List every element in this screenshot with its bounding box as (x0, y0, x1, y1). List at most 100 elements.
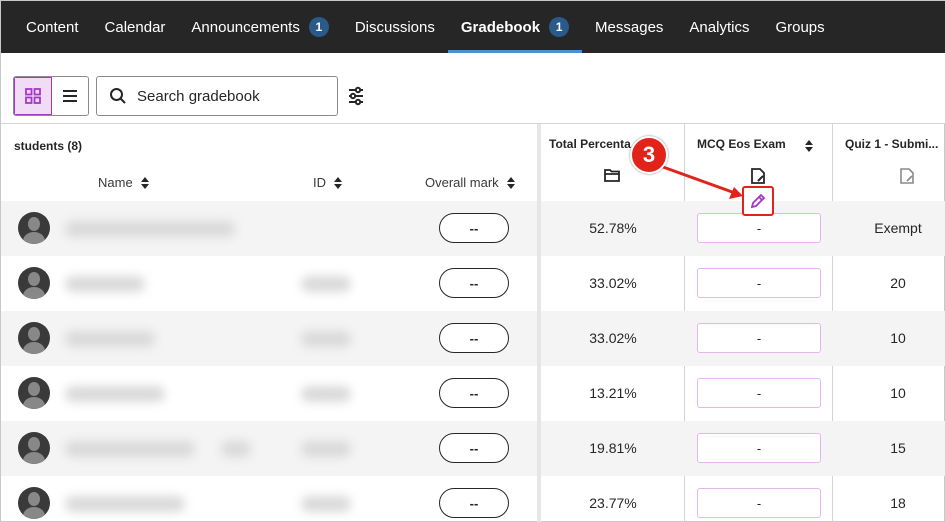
quiz-cell[interactable]: 18 (833, 495, 945, 511)
blurred-student-id (301, 331, 351, 347)
grade-input[interactable]: - (697, 323, 821, 353)
overall-mark-column-header[interactable]: Overall mark (425, 175, 515, 190)
tab-label: Announcements (191, 18, 300, 36)
count-badge: 1 (308, 17, 329, 37)
grade-row: 19.81% - 15 (541, 421, 945, 476)
avatar (18, 432, 50, 464)
grade-input[interactable]: - (697, 488, 821, 518)
header-label: Overall mark (425, 175, 499, 190)
tab-label: Gradebook (460, 18, 541, 36)
column-title: Quiz 1 - Submi... (845, 137, 939, 151)
blurred-student-name (65, 221, 235, 237)
list-view-button[interactable] (52, 77, 88, 115)
tab-content[interactable]: Content (13, 1, 92, 53)
avatar (18, 212, 50, 244)
grade-input[interactable]: - (697, 433, 821, 463)
blurred-student-id (301, 386, 351, 402)
quiz-cell[interactable]: 10 (833, 385, 945, 401)
table-row: -- (1, 476, 537, 522)
table-row: -- (1, 421, 537, 476)
total-percentage-cell: 52.78% (589, 220, 637, 236)
sort-icon (334, 176, 342, 189)
table-row: -- (1, 201, 537, 256)
grid-view-button[interactable] (14, 77, 52, 115)
quiz-cell[interactable]: 10 (833, 330, 945, 346)
sort-icon (140, 176, 149, 189)
filter-button[interactable] (345, 85, 367, 107)
column-title: MCQ Eos Exam (697, 137, 786, 151)
tab-messages[interactable]: Messages (582, 1, 676, 53)
avatar (18, 322, 50, 354)
students-count: students (8) (14, 139, 83, 153)
table-row: -- (1, 366, 537, 421)
avatar (18, 377, 50, 409)
overall-mark-pill[interactable]: -- (439, 378, 509, 408)
grade-row: 13.21% - 10 (541, 366, 945, 421)
quiz-cell[interactable]: Exempt (833, 220, 945, 236)
search-icon (110, 88, 126, 104)
folder-icon (604, 169, 620, 182)
sliders-icon (349, 86, 363, 106)
blurred-student-name (65, 496, 185, 512)
blurred-student-name (65, 441, 195, 457)
overall-mark-pill[interactable]: -- (439, 213, 509, 243)
overall-mark-pill[interactable]: -- (439, 268, 509, 298)
grade-column-header[interactable]: Quiz 1 - Submi... (833, 124, 945, 201)
sort-icon[interactable] (805, 140, 813, 152)
total-percentage-cell: 33.02% (589, 275, 637, 291)
step-number-callout: 3 (630, 136, 668, 174)
overall-mark-pill[interactable]: -- (439, 488, 509, 518)
blurred-student-name (65, 331, 155, 347)
tab-discussions[interactable]: Discussions (342, 1, 448, 53)
tab-analytics[interactable]: Analytics (676, 1, 762, 53)
search-input[interactable] (137, 87, 327, 105)
mcq-cell: - (685, 476, 833, 522)
header-label: ID (313, 175, 326, 190)
total-percentage-cell: 23.77% (589, 495, 637, 511)
tab-announcements[interactable]: Announcements 1 (178, 1, 341, 53)
blurred-student-id (301, 276, 351, 292)
grade-input[interactable]: - (697, 268, 821, 298)
tab-label: Groups (775, 18, 825, 36)
name-column-header[interactable]: Name (98, 175, 149, 190)
tab-label: Discussions (354, 18, 435, 36)
table-row: -- (1, 311, 537, 366)
grid-icon (25, 88, 41, 104)
students-panel: students (8) Name ID Overall mark -- -- … (1, 124, 539, 522)
total-percentage-cell: 33.02% (589, 330, 637, 346)
header-label: Name (98, 175, 133, 190)
tab-label: Messages (595, 18, 664, 36)
grade-input[interactable]: - (697, 378, 821, 408)
avatar (18, 487, 50, 519)
mcq-cell: - (685, 311, 833, 366)
tab-label: Content (26, 18, 79, 36)
gradebook-grid: students (8) Name ID Overall mark -- -- … (1, 123, 945, 522)
tab-groups[interactable]: Groups (762, 1, 837, 53)
search-box (96, 76, 338, 116)
document-edit-icon (900, 168, 914, 184)
total-percentage-cell: 19.81% (589, 440, 637, 456)
pencil-icon (750, 193, 766, 209)
quiz-cell[interactable]: 15 (833, 440, 945, 456)
grade-row: 33.02% - 10 (541, 311, 945, 366)
quiz-cell[interactable]: 20 (833, 275, 945, 291)
list-icon (63, 90, 77, 102)
quick-grade-edit-button[interactable] (742, 186, 774, 216)
tab-label: Calendar (104, 18, 166, 36)
tab-calendar[interactable]: Calendar (92, 1, 179, 53)
mcq-cell: - (685, 421, 833, 476)
avatar (18, 267, 50, 299)
overall-mark-pill[interactable]: -- (439, 433, 509, 463)
table-row: -- (1, 256, 537, 311)
id-column-header[interactable]: ID (313, 175, 342, 190)
tab-gradebook[interactable]: Gradebook 1 (447, 1, 583, 53)
blurred-student-id (301, 496, 351, 512)
view-toggle (13, 76, 89, 116)
tab-label: Analytics (689, 18, 750, 36)
mcq-cell: - (685, 366, 833, 421)
overall-mark-pill[interactable]: -- (439, 323, 509, 353)
grade-input[interactable]: - (697, 213, 821, 243)
blurred-student-tag (221, 441, 251, 457)
course-nav: Content Calendar Announcements 1 Discussi… (1, 1, 945, 53)
blurred-student-name (65, 386, 165, 402)
